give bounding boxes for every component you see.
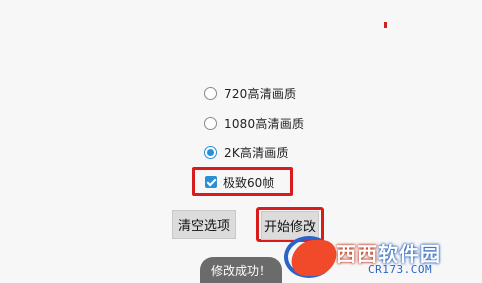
toast-message: 修改成功！ — [200, 257, 282, 283]
watermark-logo: 西西软件园 CR173.COM — [284, 232, 482, 283]
check-icon[interactable] — [205, 176, 217, 188]
top-red-mark — [384, 22, 387, 28]
radio-720p-label: 720高清画质 — [224, 86, 297, 101]
radio-1080p[interactable]: 1080高清画质 — [204, 113, 304, 133]
radio-button[interactable] — [204, 86, 217, 100]
radio-720p[interactable]: 720高清画质 — [204, 83, 296, 103]
radio-button-selected[interactable] — [204, 145, 217, 159]
checkbox-60fps-label: 极致60帧 — [223, 175, 275, 190]
radio-1080p-label: 1080高清画质 — [224, 116, 305, 131]
radio-2k[interactable]: 2K高清画质 — [204, 142, 289, 162]
watermark-url: CR173.COM — [368, 263, 433, 276]
radio-button[interactable] — [204, 116, 217, 130]
clear-options-button[interactable]: 清空选项 — [172, 210, 236, 239]
radio-2k-label: 2K高清画质 — [224, 145, 289, 160]
checkbox-60fps[interactable]: 极致60帧 — [205, 174, 274, 190]
